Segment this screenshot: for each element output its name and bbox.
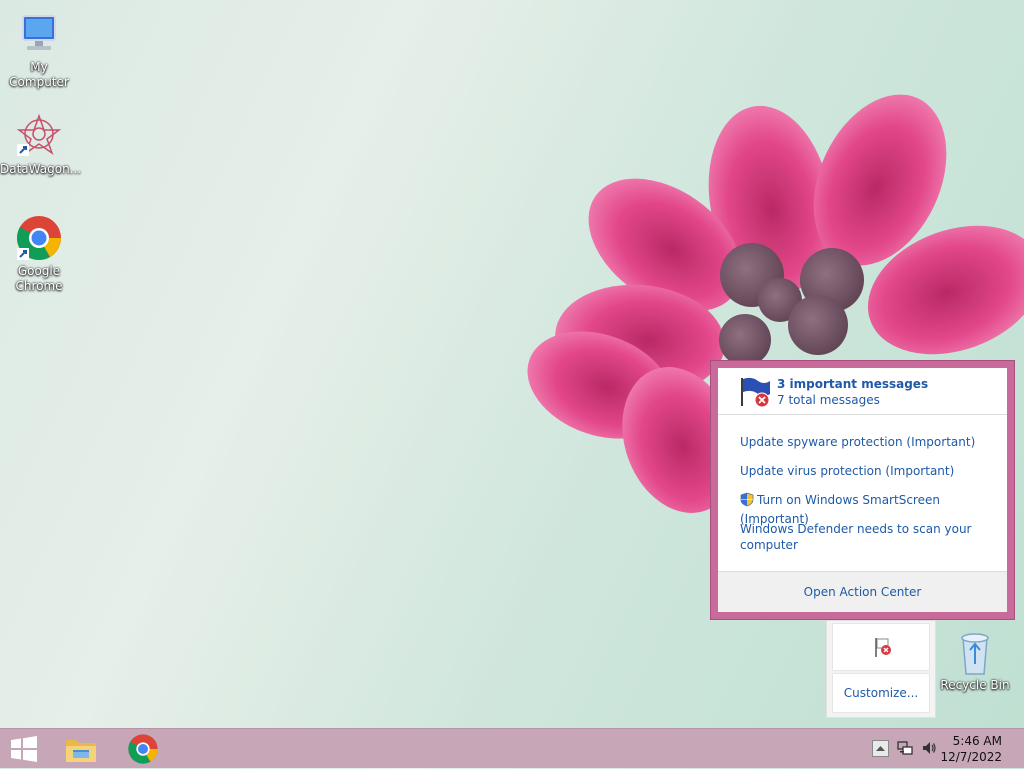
desktop-icon-datawagon[interactable]: DataWagon... — [0, 112, 82, 177]
start-button[interactable] — [0, 729, 48, 769]
taskbar-chrome[interactable] — [120, 729, 166, 769]
uac-shield-icon — [740, 492, 754, 511]
message-update-virus[interactable]: Update virus protection (Important) — [740, 463, 990, 479]
datawagon-icon — [15, 112, 63, 160]
desktop-icon-recycle-bin[interactable]: Recycle Bin — [936, 630, 1014, 693]
popup-subtitle[interactable]: 7 total messages — [777, 393, 880, 407]
recycle-bin-icon — [955, 630, 995, 676]
chrome-icon — [15, 214, 63, 262]
windows-logo-icon — [11, 736, 37, 762]
network-icon[interactable] — [897, 740, 913, 756]
desktop-icon-my-computer[interactable]: My Computer — [0, 10, 78, 90]
computer-icon — [15, 10, 63, 58]
file-explorer-icon — [66, 740, 96, 762]
show-hidden-icons-icon[interactable] — [872, 740, 889, 757]
taskbar: 5:46 AM 12/7/2022 — [0, 728, 1024, 768]
customize-link[interactable]: Customize... — [832, 673, 930, 713]
action-center-flag-icon — [875, 638, 891, 657]
tray-overflow-action-center[interactable] — [832, 623, 930, 671]
popup-header: 3 important messages 7 total messages — [718, 368, 1007, 415]
desktop-icon-label: My Computer — [9, 60, 69, 89]
open-action-center-link[interactable]: Open Action Center — [718, 571, 1007, 612]
clock-date: 12/7/2022 — [940, 750, 1002, 764]
taskbar-clock[interactable]: 5:46 AM 12/7/2022 — [940, 733, 1002, 765]
clock-time: 5:46 AM — [952, 734, 1002, 748]
action-center-popup: 3 important messages 7 total messages Up… — [710, 360, 1015, 620]
desktop-icon-label: DataWagon... — [0, 162, 82, 176]
taskbar-file-explorer[interactable] — [58, 729, 104, 769]
chrome-icon — [128, 734, 158, 764]
desktop-icon-label: Recycle Bin — [940, 678, 1010, 692]
message-update-spyware[interactable]: Update spyware protection (Important) — [740, 434, 990, 450]
desktop-icon-label: Google Chrome — [15, 264, 63, 293]
tray-overflow-panel: Customize... — [826, 620, 936, 718]
message-defender-scan[interactable]: Windows Defender needs to scan your comp… — [740, 521, 980, 553]
desktop-icon-google-chrome[interactable]: Google Chrome — [0, 214, 78, 294]
action-center-flag-icon — [738, 376, 772, 408]
action-center-panel: 3 important messages 7 total messages Up… — [718, 368, 1007, 612]
volume-icon[interactable] — [921, 740, 937, 756]
popup-title[interactable]: 3 important messages — [777, 377, 928, 391]
